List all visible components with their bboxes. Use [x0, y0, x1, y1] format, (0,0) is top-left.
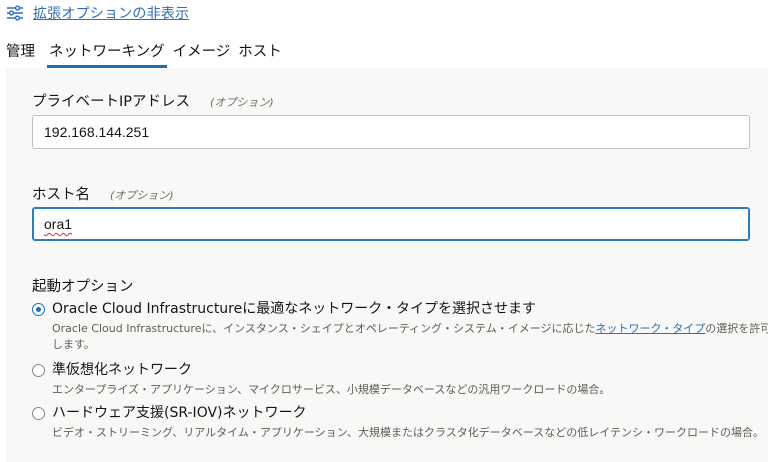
private-ip-label: プライベートIPアドレス (オプション) [32, 90, 274, 111]
hostname-label: ホスト名 (オプション) [32, 183, 174, 204]
tab-networking[interactable]: ネットワーキング [47, 36, 167, 68]
radio-option-auto-network[interactable]: Oracle Cloud Infrastructureに最適なネットワーク・タイ… [32, 300, 768, 353]
hide-advanced-options-label: 拡張オプションの非表示 [33, 6, 190, 22]
tab-image[interactable]: イメージ [173, 36, 231, 68]
networking-panel: プライベートIPアドレス (オプション) 192.168.144.251 ホスト… [6, 68, 768, 462]
private-ip-input[interactable]: 192.168.144.251 [32, 115, 750, 149]
advanced-options-tabs: 管理 ネットワーキング イメージ ホスト [0, 36, 290, 68]
radio-paravirtualized-label: 準仮想化ネットワーク [52, 362, 192, 378]
radio-auto-network-label: Oracle Cloud Infrastructureに最適なネットワーク・タイ… [52, 301, 536, 317]
launch-options-title: 起動オプション [32, 279, 134, 295]
tab-management[interactable]: 管理 [6, 36, 35, 68]
desc-text-before: Oracle Cloud Infrastructureに、インスタンス・シェイプ… [52, 322, 596, 335]
radio-option-sriov[interactable]: ハードウェア支援(SR-IOV)ネットワーク ビデオ・ストリーミング、リアルタイ… [32, 404, 768, 441]
tab-host[interactable]: ホスト [238, 36, 282, 68]
radio-sriov-label: ハードウェア支援(SR-IOV)ネットワーク [52, 405, 307, 421]
hostname-optional-text: (オプション) [110, 189, 174, 202]
hide-advanced-options-link[interactable]: 拡張オプションの非表示 [6, 3, 189, 23]
radio-sriov-description: ビデオ・ストリーミング、リアルタイム・アプリケーション、大規模またはクラスタ化デ… [52, 426, 765, 439]
private-ip-optional-text: (オプション) [210, 96, 274, 109]
sliders-icon [6, 4, 24, 22]
radio-paravirtualized-description: エンタープライズ・アプリケーション、マイクロサービス、小規模データベースなどの汎… [52, 383, 611, 396]
hostname-input[interactable]: ora1 [32, 207, 750, 241]
private-ip-label-text: プライベートIPアドレス [32, 94, 191, 110]
radio-sriov[interactable] [32, 407, 45, 420]
radio-auto-network[interactable] [32, 303, 45, 316]
radio-paravirtualized[interactable] [32, 364, 45, 377]
network-type-link[interactable]: ネットワーク・タイプ [596, 322, 706, 335]
radio-auto-network-description: Oracle Cloud Infrastructureに、インスタンス・シェイプ… [52, 321, 768, 353]
hostname-value: ora1 [44, 216, 73, 232]
radio-option-paravirtualized[interactable]: 準仮想化ネットワーク エンタープライズ・アプリケーション、マイクロサービス、小規… [32, 361, 768, 398]
hostname-label-text: ホスト名 [32, 187, 90, 203]
